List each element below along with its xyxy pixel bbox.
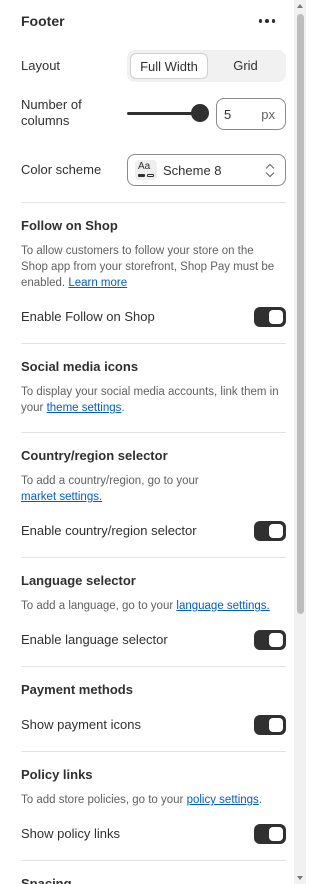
divider bbox=[21, 432, 286, 433]
columns-number-input[interactable]: 5 px bbox=[216, 98, 286, 130]
columns-slider-track[interactable] bbox=[127, 112, 199, 115]
color-scheme-swatch-icon: Aa bbox=[135, 160, 157, 180]
spacing-title: Spacing bbox=[21, 876, 72, 884]
theme-settings-link[interactable]: theme settings bbox=[47, 402, 122, 414]
color-scheme-value: Scheme 8 bbox=[163, 163, 222, 178]
social-icons-title: Social media icons bbox=[21, 359, 139, 374]
language-selector-title: Language selector bbox=[21, 573, 136, 588]
country-selector-title: Country/region selector bbox=[21, 448, 168, 463]
policy-links-toggle-label: Show policy links bbox=[21, 826, 120, 841]
follow-shop-toggle-label: Enable Follow on Shop bbox=[21, 309, 155, 324]
learn-more-link[interactable]: Learn more bbox=[68, 277, 127, 289]
country-selector-description: To add a country/region, go to your mark… bbox=[21, 475, 199, 503]
follow-shop-toggle[interactable] bbox=[254, 307, 286, 327]
follow-shop-description: To allow customers to follow your store … bbox=[21, 245, 275, 289]
payment-icons-toggle[interactable] bbox=[254, 715, 286, 735]
scroll-up-icon[interactable] bbox=[297, 4, 303, 8]
language-selector-toggle-label: Enable language selector bbox=[21, 632, 168, 647]
divider bbox=[21, 202, 286, 203]
language-selector-description: To add a language, go to your language s… bbox=[21, 600, 270, 612]
columns-label-line2: columns bbox=[21, 113, 70, 128]
columns-unit: px bbox=[261, 107, 275, 122]
color-scheme-select[interactable]: Aa Scheme 8 bbox=[127, 154, 286, 186]
policy-settings-link[interactable]: policy settings bbox=[187, 794, 259, 806]
divider bbox=[21, 860, 286, 861]
scrollbar[interactable] bbox=[294, 0, 306, 884]
divider bbox=[21, 751, 286, 752]
more-horizontal-icon[interactable] bbox=[258, 19, 275, 23]
layout-label: Layout bbox=[21, 58, 61, 73]
follow-shop-title: Follow on Shop bbox=[21, 218, 118, 233]
panel-title: Footer bbox=[21, 13, 65, 29]
columns-label-line1: Number of bbox=[21, 97, 82, 112]
divider bbox=[21, 666, 286, 667]
policy-links-description: To add store policies, go to your policy… bbox=[21, 794, 263, 806]
layout-option-grid[interactable]: Grid bbox=[208, 53, 283, 79]
language-selector-toggle[interactable] bbox=[254, 630, 286, 650]
columns-slider-handle[interactable] bbox=[191, 104, 209, 122]
layout-segmented-control: Full Width Grid bbox=[127, 50, 286, 82]
settings-panel: Footer Layout Full Width Grid Number of … bbox=[0, 0, 294, 884]
policy-links-title: Policy links bbox=[21, 767, 93, 782]
divider bbox=[21, 557, 286, 558]
layout-option-full-width[interactable]: Full Width bbox=[130, 53, 208, 79]
payment-icons-toggle-label: Show payment icons bbox=[21, 717, 141, 732]
scrollbar-thumb[interactable] bbox=[297, 14, 304, 614]
chevron-down-icon bbox=[265, 168, 275, 178]
scroll-down-icon[interactable] bbox=[297, 876, 303, 880]
country-selector-toggle[interactable] bbox=[254, 521, 286, 541]
color-scheme-label: Color scheme bbox=[21, 162, 102, 177]
market-settings-link[interactable]: market settings. bbox=[21, 491, 102, 503]
policy-links-toggle[interactable] bbox=[254, 824, 286, 844]
social-icons-description: To display your social media accounts, l… bbox=[21, 386, 279, 414]
columns-value: 5 bbox=[224, 107, 232, 122]
country-selector-toggle-label: Enable country/region selector bbox=[21, 523, 197, 538]
divider bbox=[21, 343, 286, 344]
payment-methods-title: Payment methods bbox=[21, 682, 133, 697]
language-settings-link[interactable]: language settings. bbox=[176, 600, 269, 612]
panel-header: Footer bbox=[21, 13, 286, 33]
